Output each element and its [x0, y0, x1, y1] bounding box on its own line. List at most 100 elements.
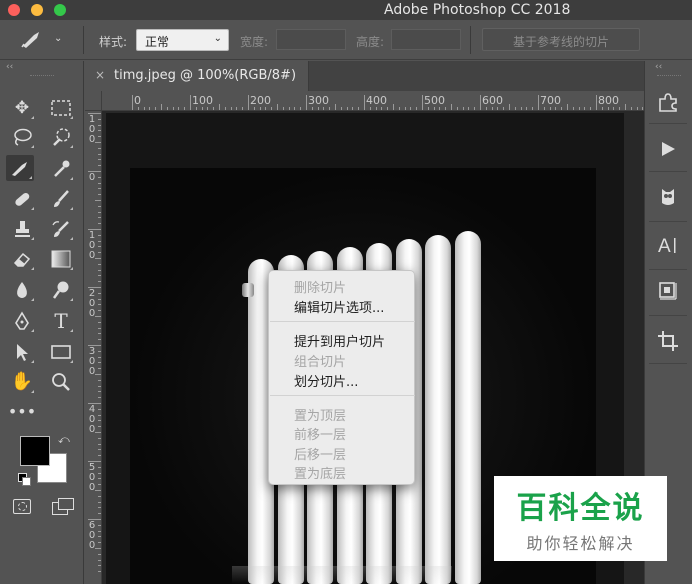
quick-select-icon[interactable] [47, 124, 75, 150]
ruler-minor-tick [95, 142, 101, 143]
eyedropper-icon[interactable] [47, 156, 75, 182]
character-icon[interactable]: A [649, 225, 687, 265]
close-icon[interactable]: × [95, 68, 105, 82]
expand-icon[interactable]: ‹‹ [655, 62, 662, 72]
ruler-minor-tick [161, 104, 162, 110]
menu-item-divide-slice[interactable]: 划分切片... [294, 371, 358, 390]
height-label: 高度: [356, 35, 385, 49]
panel-grip[interactable] [30, 75, 54, 78]
ruler-label: 0 [88, 172, 96, 183]
menu-item-delete-slice[interactable]: 删除切片 [294, 277, 346, 296]
ruler-tick [190, 95, 191, 110]
pen-icon[interactable] [8, 308, 36, 334]
radiator-valve [242, 283, 254, 297]
ruler-minor-tick [335, 104, 336, 110]
slices-from-guides-button[interactable]: 基于参考线的切片 [482, 28, 640, 51]
ruler-minor-tick [567, 104, 568, 110]
width-label: 宽度: [240, 35, 269, 49]
menu-item-promote-to-user-slice[interactable]: 提升到用户切片 [294, 331, 385, 350]
ruler-label: 300 [308, 94, 329, 107]
slice-icon[interactable] [6, 155, 34, 181]
panel-divider [649, 363, 687, 364]
ruler-label: 3 0 0 [88, 346, 96, 377]
width-input[interactable] [276, 29, 346, 50]
play-icon[interactable] [649, 129, 687, 169]
ruler-label: 4 0 0 [88, 404, 96, 435]
puzzle-icon[interactable] [649, 82, 687, 122]
history-brush-icon[interactable] [47, 216, 75, 242]
ruler-label: 200 [250, 94, 271, 107]
default-colors-icon[interactable] [18, 473, 31, 486]
chevron-down-icon: ⌄ [54, 33, 63, 44]
blur-icon[interactable] [8, 277, 36, 303]
swap-colors-icon[interactable]: ⤺ [58, 433, 70, 447]
app-title: Adobe Photoshop CC 2018 [384, 2, 571, 18]
tool-preset-picker[interactable]: ⌄ [20, 29, 68, 51]
ruler-minor-tick [625, 104, 626, 110]
menu-divider [270, 395, 415, 396]
rectangle-icon[interactable] [47, 339, 75, 365]
menu-item-combine-slices[interactable]: 组合切片 [294, 351, 346, 370]
maximize-window-button[interactable] [54, 4, 66, 16]
panel-grip[interactable] [657, 75, 681, 78]
dodge-icon[interactable] [47, 277, 75, 303]
menu-divider [270, 321, 415, 322]
style-label: 样式: [99, 35, 128, 49]
ruler-label: 6 0 0 [88, 520, 96, 551]
panel-divider [649, 269, 687, 270]
horizontal-ruler[interactable]: 0 100 200 300 400 500 600 700 800 [102, 91, 644, 111]
height-input[interactable] [391, 29, 461, 50]
minimize-window-button[interactable] [31, 4, 43, 16]
options-bar: ⌄ 样式: 正常 ⌄ 宽度: 高度: 基于参考线的切片 [0, 20, 692, 60]
brush-icon[interactable] [47, 186, 75, 212]
healing-brush-icon[interactable] [8, 186, 36, 212]
screen-mode-icon[interactable] [52, 498, 74, 515]
marquee-icon[interactable] [47, 95, 75, 121]
cube-icon[interactable] [649, 271, 687, 311]
ruler-minor-tick [95, 200, 101, 201]
style-select[interactable]: 正常 ⌄ [136, 29, 229, 51]
eraser-icon[interactable] [8, 246, 36, 272]
ruler-minor-tick [509, 104, 510, 110]
ruler-tick [538, 95, 539, 110]
panel-divider [649, 171, 687, 172]
radiator-tube [454, 231, 481, 584]
crop-icon[interactable] [649, 321, 687, 361]
menu-item-send-backward[interactable]: 后移一层 [294, 444, 346, 463]
ruler-minor-tick [277, 104, 278, 110]
menu-item-bring-forward[interactable]: 前移一层 [294, 424, 346, 443]
document-tab[interactable]: × timg.jpeg @ 100%(RGB/8#) [85, 61, 309, 91]
collapse-icon[interactable]: ‹‹ [6, 62, 13, 72]
path-select-icon[interactable] [8, 339, 36, 365]
quick-mask-icon[interactable] [13, 499, 31, 514]
photo-reflection [232, 566, 452, 584]
lasso-icon[interactable] [8, 124, 36, 150]
menu-item-edit-slice-options[interactable]: 编辑切片选项... [294, 297, 384, 316]
zoom-icon[interactable] [47, 369, 75, 395]
menu-item-send-to-back[interactable]: 置为底层 [294, 463, 346, 482]
move-icon[interactable]: ✥ [8, 95, 36, 121]
gradient-icon[interactable] [47, 246, 75, 272]
foreground-color-swatch[interactable] [20, 436, 50, 466]
close-window-button[interactable] [8, 4, 20, 16]
ruler-label: 1 0 0 [88, 114, 96, 145]
owl-icon[interactable] [649, 177, 687, 217]
title-bar: Adobe Photoshop CC 2018 [0, 0, 692, 20]
type-icon[interactable]: T [47, 308, 75, 334]
more-tools-icon[interactable]: ••• [8, 399, 36, 425]
ruler-label: 800 [598, 94, 619, 107]
ruler-label: 600 [482, 94, 503, 107]
vertical-ruler[interactable]: 1 0 0 0 1 0 0 2 0 0 3 0 0 4 0 0 5 0 0 6 0 0 [85, 111, 102, 584]
ruler-label: 400 [366, 94, 387, 107]
ruler-origin[interactable] [85, 91, 102, 111]
style-value: 正常 [145, 35, 170, 49]
clone-stamp-icon[interactable] [8, 216, 36, 242]
ruler-minor-tick [451, 104, 452, 110]
ruler-tick [132, 95, 133, 110]
menu-item-bring-to-front[interactable]: 置为顶层 [294, 405, 346, 424]
ruler-tick [248, 95, 249, 110]
hand-icon[interactable]: ✋ [8, 369, 36, 395]
ruler-tick [480, 95, 481, 110]
watermark-title: 百科全说 [516, 491, 645, 526]
ruler-minor-tick [95, 258, 101, 259]
